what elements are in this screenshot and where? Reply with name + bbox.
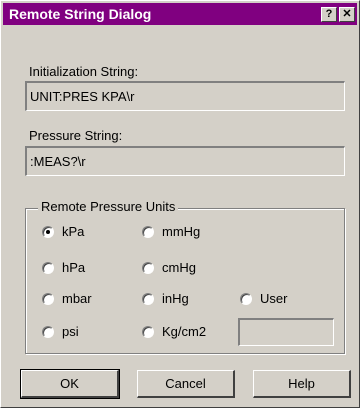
- radio-user[interactable]: User: [240, 291, 287, 306]
- close-icon[interactable]: ✕: [339, 6, 355, 22]
- radio-mmhg[interactable]: mmHg: [142, 224, 200, 239]
- radio-label-user: User: [260, 291, 288, 306]
- init-string-label: Initialization String:: [29, 64, 139, 79]
- radio-selected-icon: [42, 225, 54, 238]
- radio-psi[interactable]: psi: [42, 324, 79, 339]
- radio-label-mmhg: mmHg: [162, 224, 201, 239]
- window-title: Remote String Dialog: [9, 6, 152, 22]
- radio-label-kpa: kPa: [62, 224, 85, 239]
- radio-kgcm2[interactable]: Kg/cm2: [142, 324, 206, 339]
- radio-icon: [42, 292, 54, 305]
- radio-inhg[interactable]: inHg: [142, 291, 189, 306]
- radio-label-mbar: mbar: [62, 291, 92, 306]
- radio-icon: [42, 261, 54, 274]
- radio-icon: [142, 261, 154, 274]
- user-units-field[interactable]: [238, 318, 334, 346]
- radio-icon: [142, 325, 154, 338]
- title-bar: Remote String Dialog ? ✕: [3, 3, 357, 25]
- pressure-string-field[interactable]: :MEAS?\r: [25, 146, 345, 176]
- ok-button[interactable]: OK: [20, 369, 120, 399]
- help-button[interactable]: Help: [253, 370, 351, 398]
- radio-icon: [142, 225, 154, 238]
- init-string-field[interactable]: UNIT:PRES KPA\r: [25, 81, 345, 111]
- radio-icon: [142, 292, 154, 305]
- radio-label-psi: psi: [62, 324, 79, 339]
- radio-label-hpa: hPa: [62, 260, 86, 275]
- radio-label-inhg: inHg: [162, 291, 189, 306]
- radio-icon: [42, 325, 54, 338]
- radio-icon: [240, 292, 252, 305]
- cancel-button[interactable]: Cancel: [137, 370, 235, 398]
- radio-label-kgcm2: Kg/cm2: [162, 324, 207, 339]
- radio-mbar[interactable]: mbar: [42, 291, 92, 306]
- help-icon[interactable]: ?: [321, 6, 337, 22]
- units-group-label: Remote Pressure Units: [38, 199, 179, 214]
- radio-kpa[interactable]: kPa: [42, 224, 84, 239]
- radio-label-cmhg: cmHg: [162, 260, 196, 275]
- pressure-string-label: Pressure String:: [29, 128, 123, 143]
- radio-hpa[interactable]: hPa: [42, 260, 85, 275]
- radio-cmhg[interactable]: cmHg: [142, 260, 196, 275]
